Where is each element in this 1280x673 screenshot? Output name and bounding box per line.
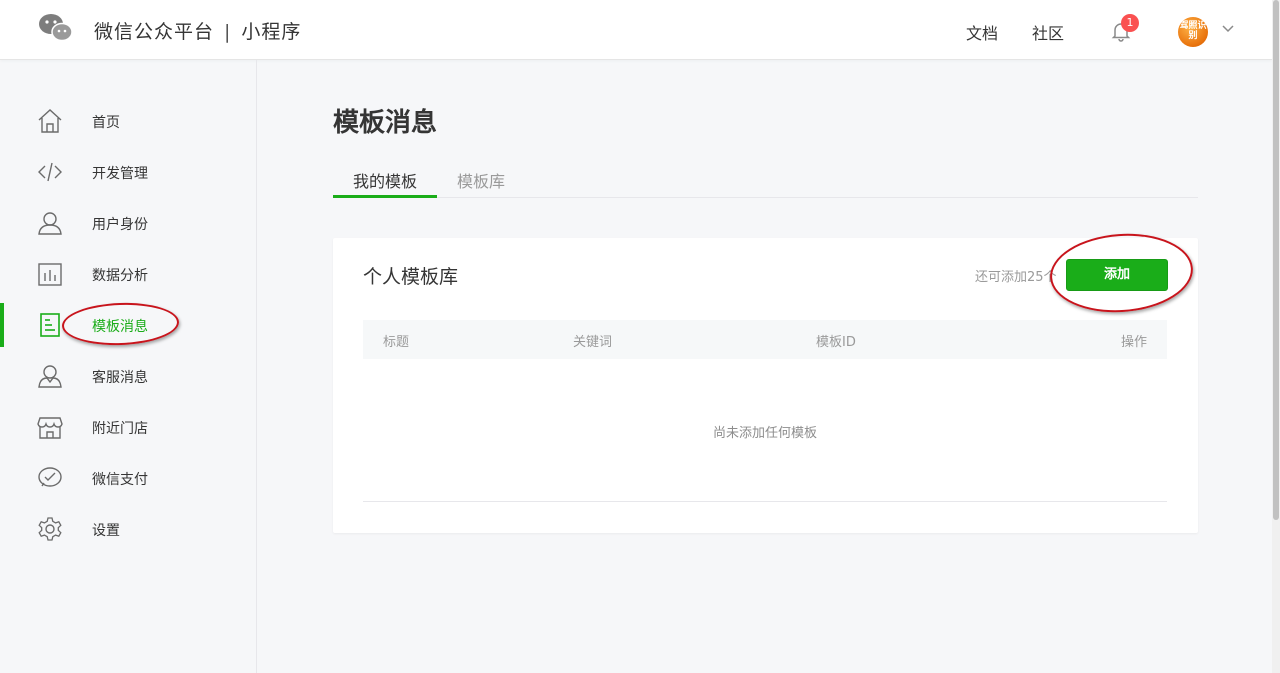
brand-separator: | [224,21,232,43]
sidebar: 首页 开发管理 用户身份 数据分析 模板消息 客服消息 附近门店 微信支付 设置 [0,60,257,673]
divider [363,501,1167,502]
sidebar-item-home[interactable]: 首页 [0,99,256,143]
code-icon [38,162,62,182]
tab-bar: 我的模板 模板库 [333,158,1198,198]
add-button[interactable]: 添加 [1066,259,1168,291]
home-icon [38,109,62,133]
sidebar-item-pay[interactable]: 微信支付 [0,456,256,500]
template-icon [40,313,60,337]
tab-template-library[interactable]: 模板库 [457,168,505,192]
store-icon [37,417,63,439]
empty-state-text: 尚未添加任何模板 [712,426,817,441]
sidebar-item-label: 用户身份 [92,217,148,233]
column-header-actions: 操作 [1120,335,1147,350]
sidebar-item-store[interactable]: 附近门店 [0,405,256,449]
sidebar-item-service[interactable]: 客服消息 [0,354,256,398]
remaining-count-hint: 还可添加25个 [975,270,1057,285]
card-title: 个人模板库 [363,266,459,288]
notification-badge: 1 [1121,14,1139,32]
docs-link[interactable]: 文档 [966,20,998,44]
page-scrollbar[interactable] [1272,0,1280,673]
page-title: 模板消息 [333,108,438,138]
community-link[interactable]: 社区 [1032,20,1064,44]
avatar[interactable]: 驾照识别 [1178,17,1208,47]
active-tab-underline [333,195,437,198]
top-header: 微信公众平台 | 小程序 文档 社区 1 驾照识别 [0,0,1272,60]
tab-my-templates[interactable]: 我的模板 [353,168,417,192]
sidebar-item-template[interactable]: 模板消息 [0,303,256,347]
sidebar-item-label: 首页 [92,115,120,131]
table-header: 标题 关键词 模板ID 操作 [363,320,1167,359]
pay-icon [38,467,62,487]
chart-icon [38,263,62,286]
product-name: 小程序 [241,21,302,43]
brand-title[interactable]: 微信公众平台 | 小程序 [94,17,301,44]
template-card: 个人模板库 还可添加25个 添加 标题 关键词 模板ID 操作 尚未添加任何模板 [333,238,1198,533]
sidebar-item-user[interactable]: 用户身份 [0,201,256,245]
sidebar-item-label: 客服消息 [92,370,148,386]
sidebar-item-label: 设置 [92,523,120,539]
column-header-keywords: 关键词 [573,335,613,350]
wechat-logo-icon[interactable] [38,12,74,44]
column-header-template-id: 模板ID [816,335,856,350]
sidebar-item-label: 微信支付 [92,472,148,488]
service-icon [38,365,62,388]
sidebar-item-label: 开发管理 [92,166,148,182]
sidebar-item-dev[interactable]: 开发管理 [0,150,256,194]
sidebar-item-label: 数据分析 [92,268,148,284]
brand-name: 微信公众平台 [94,21,215,43]
sidebar-item-label: 模板消息 [92,319,148,335]
gear-icon [38,517,62,541]
user-icon [38,212,62,235]
sidebar-item-analytics[interactable]: 数据分析 [0,252,256,296]
sidebar-item-label: 附近门店 [92,421,148,437]
scrollbar-thumb[interactable] [1273,0,1279,520]
sidebar-item-settings[interactable]: 设置 [0,507,256,551]
chevron-down-icon[interactable] [1222,24,1234,34]
column-header-title: 标题 [383,335,410,350]
active-indicator [0,303,4,347]
